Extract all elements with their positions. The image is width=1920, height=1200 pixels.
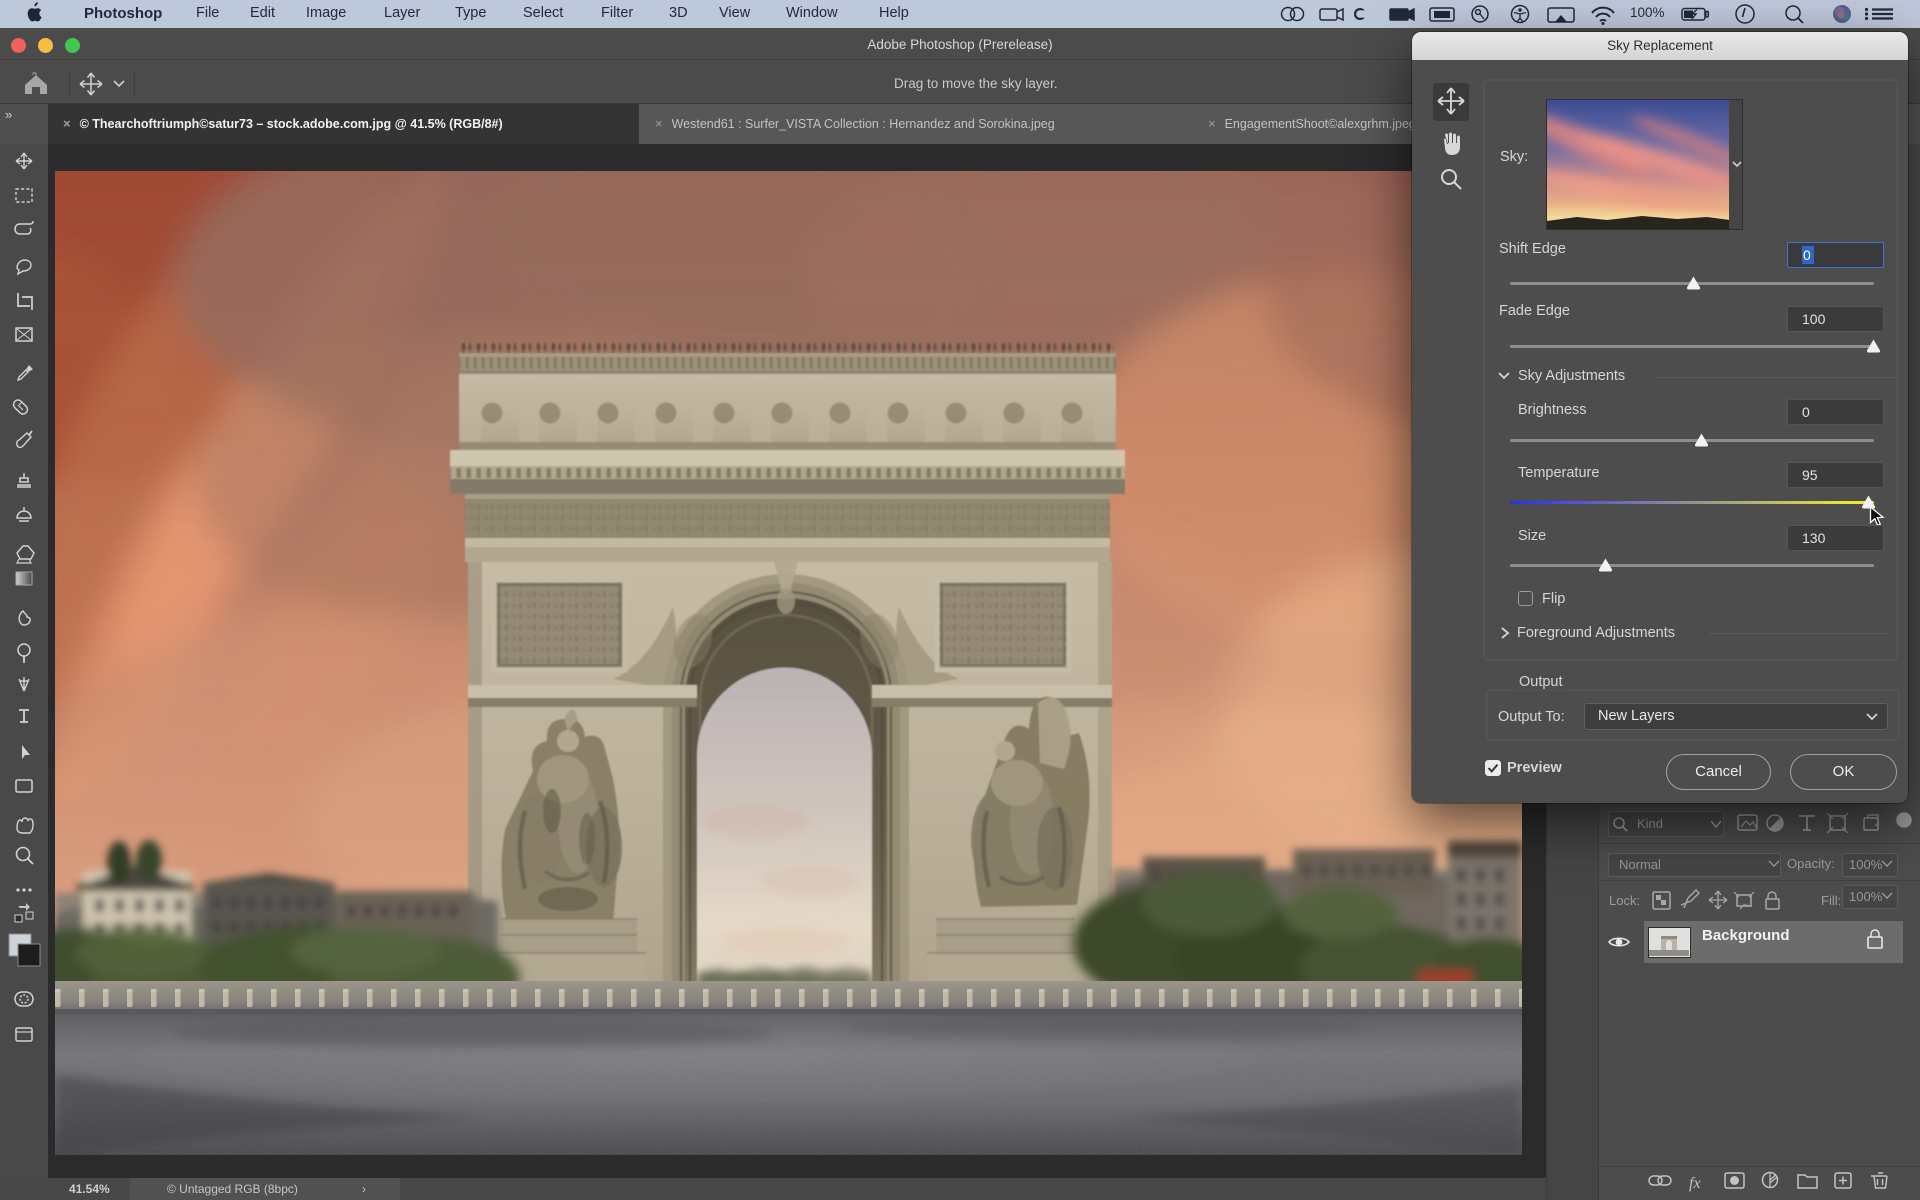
svg-text:fx: fx [1689, 1175, 1701, 1192]
